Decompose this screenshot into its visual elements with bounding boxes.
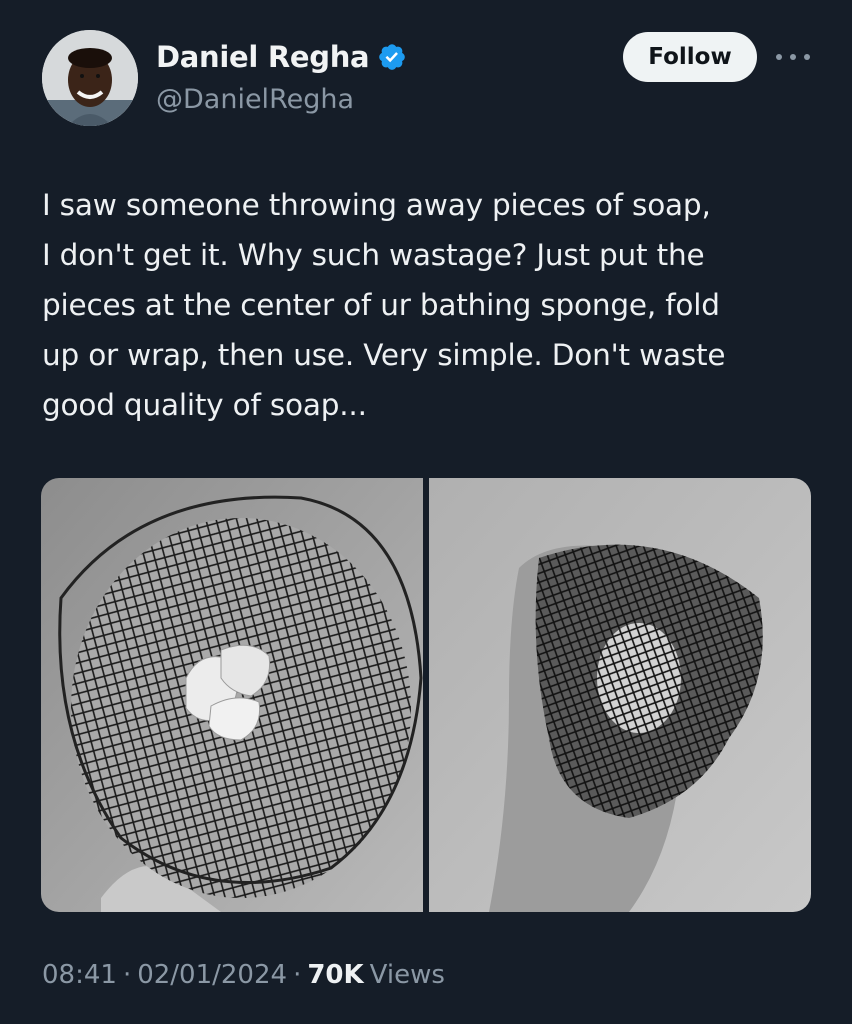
user-handle[interactable]: @DanielRegha [156, 84, 354, 115]
name-row: Daniel Regha [156, 40, 407, 74]
tweet-meta: 08:41 · 02/01/2024 · 70K Views [42, 960, 445, 990]
follow-button[interactable]: Follow [623, 32, 757, 82]
profile-photo [42, 30, 138, 126]
avatar[interactable] [42, 30, 138, 126]
tweet-text: I saw someone throwing away pieces of so… [42, 188, 726, 422]
media-grid [41, 478, 811, 912]
tweet-date[interactable]: 02/01/2024 [137, 960, 287, 990]
display-name[interactable]: Daniel Regha [156, 40, 370, 74]
media-image-2[interactable] [429, 478, 811, 912]
meta-separator: · [293, 960, 302, 990]
media-image-1[interactable] [41, 478, 423, 912]
views-label: Views [369, 960, 445, 990]
views-count: 70K [307, 960, 364, 990]
verified-badge-icon [377, 42, 407, 72]
tweet-header: Daniel Regha @DanielRegha Follow [0, 0, 852, 140]
meta-separator: · [122, 960, 132, 990]
more-horizontal-icon[interactable] [776, 45, 810, 69]
tweet-time[interactable]: 08:41 [42, 960, 117, 990]
